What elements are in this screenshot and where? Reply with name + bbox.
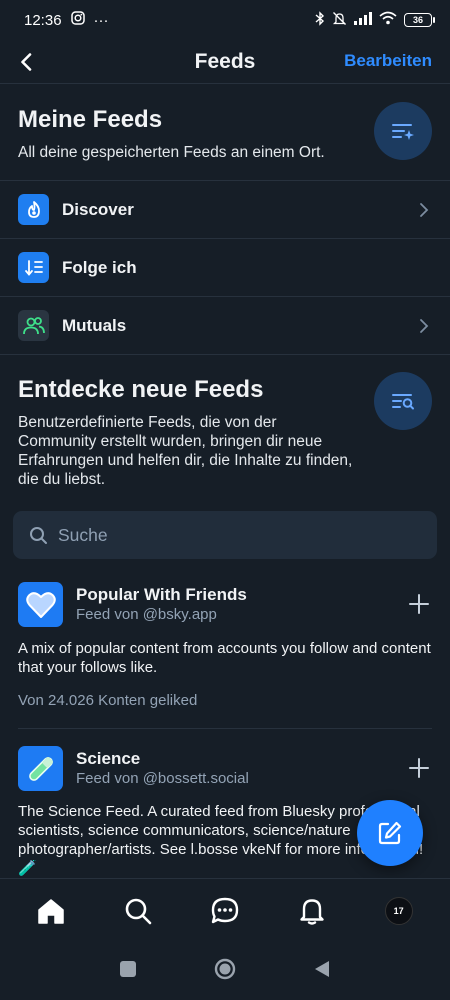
feed-label-mutuals: Mutuals xyxy=(62,315,127,335)
wifi-icon xyxy=(379,11,397,29)
feed-card-author: Feed von @bsky.app xyxy=(76,606,217,623)
feed-row-discover[interactable]: Discover xyxy=(0,180,450,238)
status-bar: 12:36 ··· 36 xyxy=(0,0,450,40)
discover-icon xyxy=(18,194,49,225)
feed-card[interactable]: Popular With Friends Feed von @bsky.app … xyxy=(0,582,450,709)
search-icon xyxy=(125,898,152,924)
compose-button[interactable] xyxy=(357,800,423,866)
search-input[interactable] xyxy=(58,524,398,546)
feed-card-title: Popular With Friends xyxy=(76,585,247,604)
my-feeds-title: Meine Feeds xyxy=(18,106,163,133)
heart-icon xyxy=(18,582,63,627)
test-tube-icon xyxy=(18,746,63,791)
page-title: Feeds xyxy=(194,49,256,73)
my-feeds-description: All deine gespeicherten Feeds an einem O… xyxy=(18,144,325,161)
tab-notifications[interactable] xyxy=(290,889,334,933)
status-time: 12:36 xyxy=(24,11,62,29)
search-feeds-icon[interactable] xyxy=(374,372,432,430)
back-arrow-icon xyxy=(21,53,32,71)
tab-chat[interactable] xyxy=(203,889,247,933)
compose-icon xyxy=(378,821,402,845)
bluetooth-icon xyxy=(315,10,325,30)
discover-description: Benutzerdefinierte Feeds, die von der Co… xyxy=(18,414,353,488)
square-icon xyxy=(120,960,136,977)
chevron-right-icon xyxy=(420,318,429,333)
plus-icon xyxy=(409,594,429,614)
bell-icon xyxy=(300,898,324,925)
feed-settings-icon[interactable] xyxy=(374,102,432,160)
chevron-right-icon xyxy=(420,202,429,217)
bottom-tab-bar: 17 xyxy=(0,878,450,942)
tab-search[interactable] xyxy=(116,889,160,933)
instagram-icon xyxy=(70,11,85,29)
add-feed-button[interactable] xyxy=(406,591,432,617)
discover-title: Entdecke neue Feeds xyxy=(18,376,264,403)
my-feeds-header: Meine Feeds All deine gespeicherten Feed… xyxy=(18,105,358,162)
system-navigation-bar xyxy=(0,942,450,1000)
edit-button[interactable]: Bearbeiten xyxy=(344,51,432,71)
feed-card-title: Science xyxy=(76,749,141,768)
home-icon xyxy=(38,898,65,924)
back-button[interactable] xyxy=(12,48,40,76)
plus-icon xyxy=(409,758,429,778)
feed-card-author: Feed von @bossett.social xyxy=(76,770,249,787)
feed-row-mutuals[interactable]: Mutuals xyxy=(0,296,450,354)
chat-icon xyxy=(211,897,239,923)
add-feed-button[interactable] xyxy=(406,755,432,781)
section-divider xyxy=(0,354,450,355)
feed-row-following[interactable]: Folge ich xyxy=(0,238,450,296)
circle-icon xyxy=(214,958,236,979)
avatar: 17 xyxy=(384,896,413,925)
feed-label-following: Folge ich xyxy=(62,257,137,277)
top-app-bar: Feeds Bearbeiten xyxy=(0,40,450,84)
triangle-back-icon xyxy=(315,960,329,977)
mutuals-icon xyxy=(18,310,49,341)
mute-icon xyxy=(332,11,347,30)
feed-label-discover: Discover xyxy=(62,199,134,219)
search-icon xyxy=(30,526,47,544)
back-system-button[interactable] xyxy=(314,960,330,983)
tab-home[interactable] xyxy=(29,889,73,933)
tab-profile[interactable]: 17 xyxy=(377,889,421,933)
feed-card-likes: Von 24.026 Konten geliked xyxy=(18,692,198,709)
feed-card-description: A mix of popular content from accounts y… xyxy=(18,640,431,676)
discover-header: Entdecke neue Feeds Benutzerdefinierte F… xyxy=(18,375,358,489)
signal-icon xyxy=(354,11,372,29)
card-divider xyxy=(18,728,432,729)
status-more-icon: ··· xyxy=(93,11,109,29)
search-field[interactable] xyxy=(13,511,437,559)
recent-apps-button[interactable] xyxy=(120,960,136,982)
following-icon xyxy=(18,252,49,283)
battery-icon: 36 xyxy=(404,13,435,27)
home-system-button[interactable] xyxy=(214,958,236,985)
